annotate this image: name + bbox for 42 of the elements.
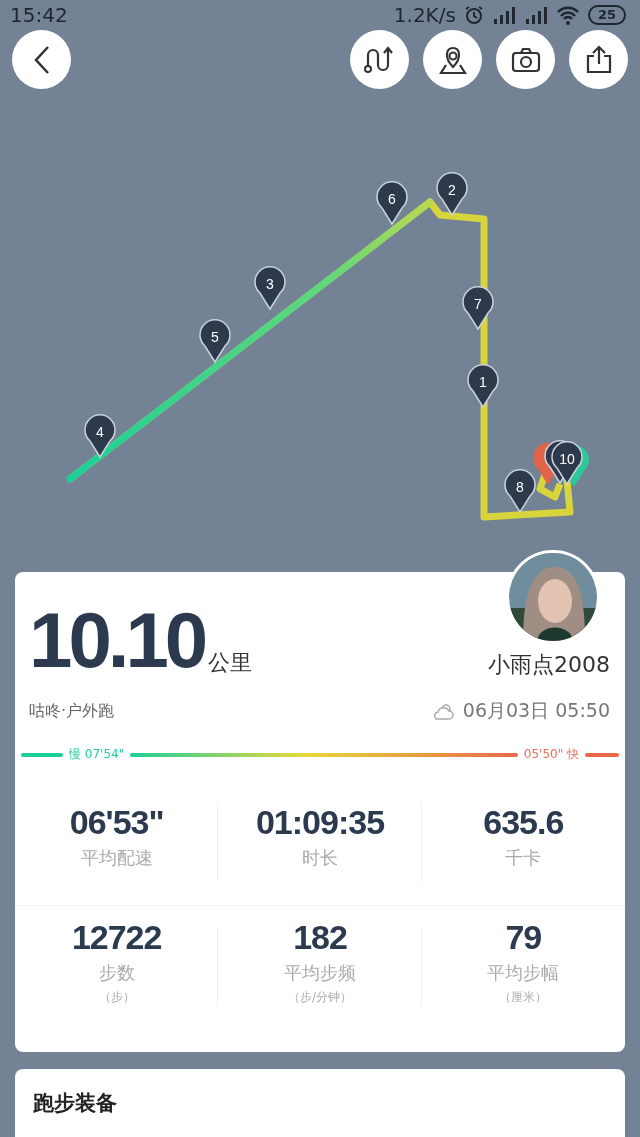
map-pin[interactable]: 6: [376, 181, 408, 225]
route-icon: [363, 44, 396, 75]
map-pin[interactable]: 10: [551, 441, 583, 485]
battery-indicator: 25: [587, 5, 626, 25]
map-pin[interactable]: 3: [254, 266, 286, 310]
map-pin-icon: [437, 44, 468, 75]
map-pin[interactable]: 4: [84, 414, 116, 458]
stat-value: 06'53": [69, 803, 164, 842]
map-pin[interactable]: 1: [467, 364, 499, 408]
activity-datetime: 06月03日 05:50: [462, 698, 610, 723]
stat-label: 千卡: [505, 846, 542, 870]
alarm-icon: [463, 5, 484, 25]
wifi-icon: [555, 5, 580, 25]
stat-value: 79: [505, 918, 542, 957]
user-name: 小雨点2008: [488, 651, 610, 679]
distance-unit: 公里: [208, 649, 253, 677]
gear-title: 跑步装备: [33, 1091, 117, 1115]
stat-label: 平均步幅: [487, 961, 560, 985]
network-speed: 1.2K/s: [393, 3, 456, 27]
slow-pace-label: 慢 07'54": [69, 746, 125, 763]
fast-pace-label: 05'50" 快: [523, 746, 579, 763]
stat-value: 635.6: [483, 803, 564, 842]
map-pin[interactable]: 5: [199, 319, 231, 363]
stat-label: 时长: [302, 846, 338, 870]
stat-value: 01:09:35: [255, 803, 385, 842]
signal-icon: [491, 5, 516, 25]
stat-unit: （步）: [98, 989, 135, 1006]
camera-icon: [510, 46, 541, 73]
stat-value: 182: [293, 918, 347, 957]
distance-value: 10.10: [29, 600, 205, 680]
stat-label: 平均步频: [284, 961, 356, 985]
map-pin[interactable]: 8: [504, 469, 536, 513]
stat-value: 12722: [71, 918, 162, 957]
map-pin[interactable]: 7: [462, 286, 494, 330]
signal-icon: [523, 5, 548, 25]
stat-unit: （厘米）: [499, 989, 548, 1006]
activity-source: 咕咚·户外跑: [29, 700, 115, 722]
status-time: 15:42: [10, 3, 68, 27]
map-pin[interactable]: 2: [436, 172, 468, 216]
stat-label: 平均配速: [80, 846, 153, 870]
stat-label: 步数: [98, 961, 135, 985]
stat-unit: （步/分钟）: [287, 989, 352, 1006]
